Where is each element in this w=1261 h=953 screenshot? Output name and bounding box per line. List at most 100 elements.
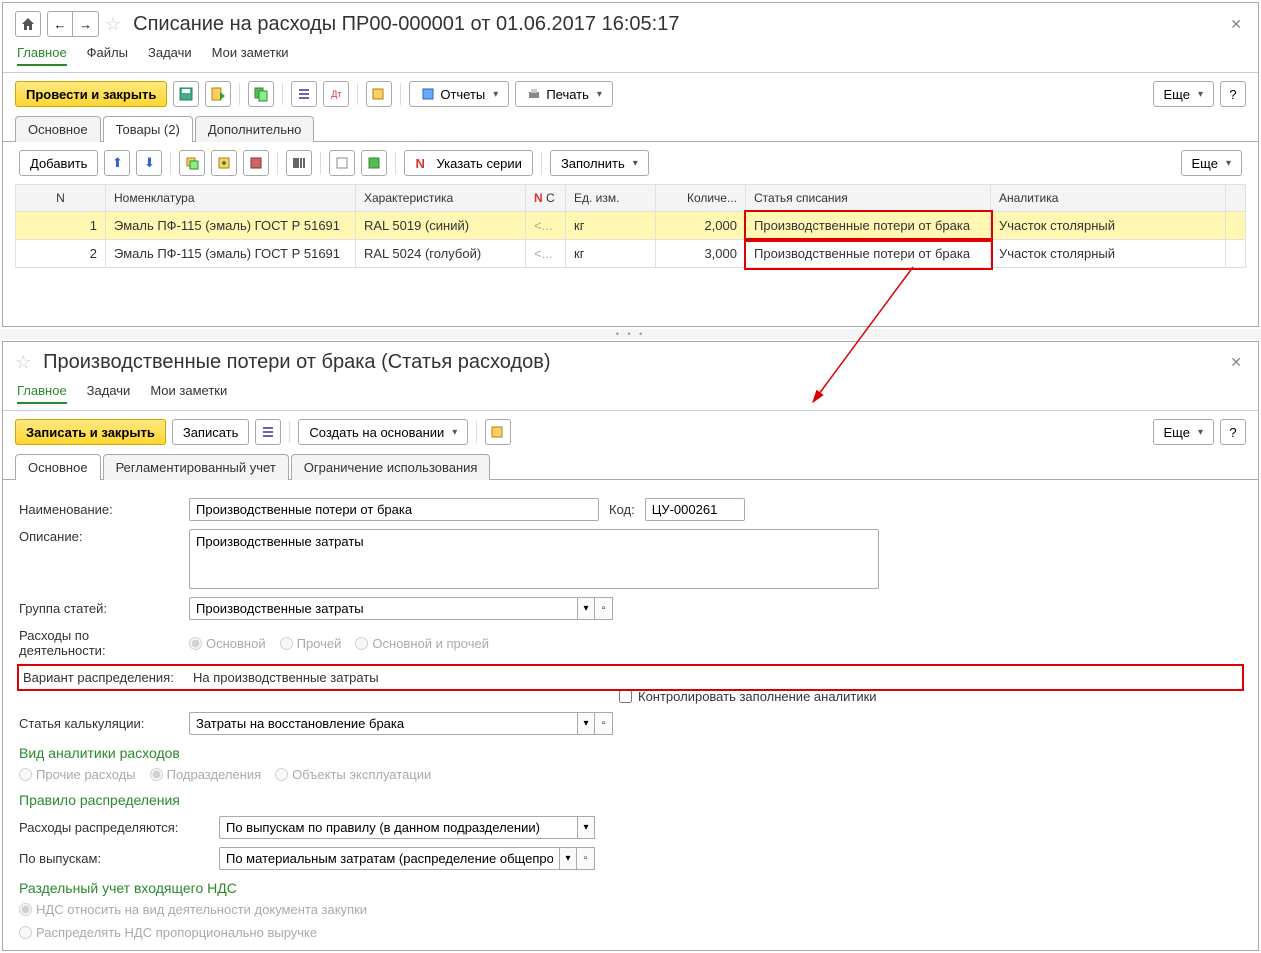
name-input[interactable]	[189, 498, 599, 521]
activity-radio-main	[189, 637, 202, 650]
expense-article-pane: ☆ Производственные потери от брака (Стат…	[2, 341, 1259, 951]
process-dropdown-button[interactable]	[366, 81, 392, 107]
col-extra[interactable]	[1226, 185, 1246, 212]
nav-tab-tasks[interactable]: Задачи	[148, 45, 192, 66]
move-up-button[interactable]: ⬆	[104, 150, 130, 176]
desc-label: Описание:	[19, 529, 179, 544]
save-icon-button[interactable]	[173, 81, 199, 107]
titlebar-2: ☆ Производственные потери от брака (Стат…	[3, 342, 1258, 383]
group-label: Группа статей:	[19, 601, 179, 616]
col-unit[interactable]: Ед. изм.	[566, 185, 656, 212]
action1-button[interactable]	[243, 150, 269, 176]
desc-textarea[interactable]	[189, 529, 879, 589]
col-n[interactable]: N	[16, 185, 106, 212]
analytics-heading: Вид аналитики расходов	[19, 745, 1242, 761]
nav-tab-main[interactable]: Главное	[17, 45, 67, 66]
nav-tab-tasks-2[interactable]: Задачи	[87, 383, 131, 404]
fill-button[interactable]: Заполнить	[550, 150, 649, 176]
calc-dropdown-btn[interactable]: ▾	[577, 712, 595, 735]
grid-toolbar: Добавить ⬆ ⬇ N Указать серии Заполнить Е…	[3, 142, 1258, 184]
article-title: Производственные потери от брака (Статья…	[43, 351, 1220, 374]
barcode-button[interactable]	[286, 150, 312, 176]
favorite-star-icon[interactable]: ☆	[105, 14, 121, 35]
col-article[interactable]: Статья списания	[746, 185, 991, 212]
favorite-star-icon-2[interactable]: ☆	[15, 352, 31, 373]
rule-dropdown-btn[interactable]: ▾	[577, 816, 595, 839]
tab-basic-2[interactable]: Основное	[15, 454, 101, 480]
nav-tab-files[interactable]: Файлы	[87, 45, 128, 66]
action2-button[interactable]	[329, 150, 355, 176]
copy-dropdown-button[interactable]	[248, 81, 274, 107]
control-checkbox[interactable]	[619, 690, 632, 703]
calc-open-btn[interactable]: ▫	[595, 712, 613, 735]
tab-regulated[interactable]: Регламентированный учет	[103, 454, 289, 480]
process-dropdown-button-2[interactable]	[485, 419, 511, 445]
action3-button[interactable]	[361, 150, 387, 176]
table-row[interactable]: 1 Эмаль ПФ-115 (эмаль) ГОСТ Р 51691 RAL …	[16, 212, 1246, 240]
more-button-2[interactable]: Еще	[1153, 419, 1214, 445]
nav-tab-notes-2[interactable]: Мои заметки	[150, 383, 227, 404]
document-sub-tabs: Основное Товары (2) Дополнительно	[3, 115, 1258, 142]
post-icon-button[interactable]	[205, 81, 231, 107]
list-icon-button[interactable]	[291, 81, 317, 107]
code-label: Код:	[609, 502, 635, 517]
group-open-btn[interactable]: ▫	[595, 597, 613, 620]
print-button[interactable]: Печать	[515, 81, 613, 107]
by-output-open-btn[interactable]: ▫	[577, 847, 595, 870]
analytics-radio-group: Прочие расходы Подразделения Объекты экс…	[19, 767, 1242, 782]
by-output-input[interactable]	[219, 847, 559, 870]
dtkt-icon-button[interactable]: Дт	[323, 81, 349, 107]
vat-radio-group: НДС относить на вид деятельности докумен…	[19, 902, 1242, 940]
rule-input[interactable]	[219, 816, 577, 839]
more-button[interactable]: Еще	[1153, 81, 1214, 107]
help-button-2[interactable]: ?	[1220, 419, 1246, 445]
home-button[interactable]	[15, 11, 41, 37]
nav-tab-main-2[interactable]: Главное	[17, 383, 67, 404]
activity-radio-both	[355, 637, 368, 650]
by-output-dropdown-btn[interactable]: ▾	[559, 847, 577, 870]
tab-goods[interactable]: Товары (2)	[103, 116, 193, 142]
tab-additional[interactable]: Дополнительно	[195, 116, 315, 142]
titlebar: ← → ☆ Списание на расходы ПР00-000001 от…	[3, 3, 1258, 45]
grid-more-button[interactable]: Еще	[1181, 150, 1242, 176]
post-and-close-button[interactable]: Провести и закрыть	[15, 81, 167, 107]
add-row-button[interactable]: Добавить	[19, 150, 98, 176]
close-button-2[interactable]: ✕	[1226, 350, 1246, 375]
nav-tab-notes[interactable]: Мои заметки	[212, 45, 289, 66]
copy-row-button[interactable]	[179, 150, 205, 176]
col-nomenclature[interactable]: Номенклатура	[106, 185, 356, 212]
create-based-on-button[interactable]: Создать на основании	[298, 419, 468, 445]
goods-table: N Номенклатура Характеристика N С Ед. из…	[15, 184, 1246, 268]
col-characteristic[interactable]: Характеристика	[356, 185, 526, 212]
group-dropdown-btn[interactable]: ▾	[577, 597, 595, 620]
col-qty[interactable]: Количе...	[656, 185, 746, 212]
document-toolbar: Провести и закрыть Дт Отчеты Печать Еще …	[3, 73, 1258, 115]
nav-back-button[interactable]: ←	[47, 11, 73, 37]
col-analytics[interactable]: Аналитика	[991, 185, 1226, 212]
distrib-value: На производственные затраты	[193, 670, 379, 685]
close-button[interactable]: ✕	[1226, 12, 1246, 37]
control-checkbox-label[interactable]: Контролировать заполнение аналитики	[619, 689, 877, 704]
calc-input[interactable]	[189, 712, 577, 735]
article-sub-tabs: Основное Регламентированный учет Огранич…	[3, 453, 1258, 480]
by-output-label: По выпускам:	[19, 851, 209, 866]
save-and-close-button[interactable]: Записать и закрыть	[15, 419, 166, 445]
paste-row-button[interactable]	[211, 150, 237, 176]
tab-basic[interactable]: Основное	[15, 116, 101, 142]
reports-button[interactable]: Отчеты	[409, 81, 509, 107]
save-button[interactable]: Записать	[172, 419, 250, 445]
activity-label: Расходы по деятельности:	[19, 628, 179, 658]
table-row[interactable]: 2 Эмаль ПФ-115 (эмаль) ГОСТ Р 51691 RAL …	[16, 240, 1246, 268]
splitter[interactable]: • • •	[0, 329, 1261, 339]
vat-radio-doc	[19, 903, 32, 916]
col-series[interactable]: N С	[526, 185, 566, 212]
help-button[interactable]: ?	[1220, 81, 1246, 107]
list-icon-button-2[interactable]	[255, 419, 281, 445]
nav-tabs: Главное Файлы Задачи Мои заметки	[3, 45, 1258, 73]
specify-series-button[interactable]: N Указать серии	[404, 150, 532, 176]
group-input[interactable]	[189, 597, 577, 620]
code-input[interactable]	[645, 498, 745, 521]
nav-forward-button[interactable]: →	[73, 11, 99, 37]
move-down-button[interactable]: ⬇	[136, 150, 162, 176]
tab-restrictions[interactable]: Ограничение использования	[291, 454, 491, 480]
